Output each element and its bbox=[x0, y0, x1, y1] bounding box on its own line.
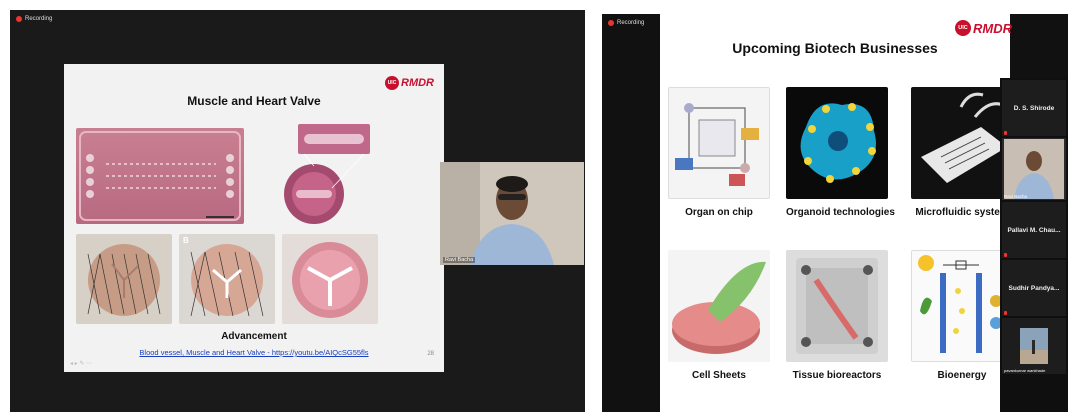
participant-name: pavankumar wankhade bbox=[1004, 368, 1046, 373]
speaker-video: Ravi Bacha bbox=[440, 162, 584, 265]
well-plate-image bbox=[274, 122, 374, 226]
record-dot-icon bbox=[608, 20, 614, 26]
participant-name: Ravi Bacha bbox=[1004, 194, 1028, 199]
uic-logo-icon: UIC bbox=[955, 20, 971, 36]
slide-title: Upcoming Biotech Businesses bbox=[732, 40, 938, 56]
participant-tile-video[interactable]: pavankumar wankhade bbox=[1002, 318, 1066, 374]
slide-page-number: 28 bbox=[427, 351, 434, 357]
video-link[interactable]: Blood vessel, Muscle and Heart Valve - h… bbox=[64, 348, 444, 357]
participant-tile[interactable]: Pallavi M. Chau... bbox=[1002, 202, 1066, 258]
participant-video bbox=[1020, 328, 1048, 364]
recording-label: Recording bbox=[617, 20, 645, 26]
heart-valve-image-b: B bbox=[179, 234, 275, 324]
logo-text: RMDR bbox=[973, 20, 1012, 36]
tile-label: Tissue bioreactors bbox=[792, 370, 882, 381]
tile-tissue-bioreactors: Tissue bioreactors bbox=[786, 250, 888, 381]
tile-cell-sheets: Cell Sheets bbox=[668, 250, 770, 381]
shared-slide: UIC RMDR Upcoming Biotech Businesses Org… bbox=[660, 14, 1013, 412]
recording-label: Recording bbox=[25, 16, 53, 22]
tile-label: Bioenergy bbox=[937, 370, 987, 381]
meeting-window-right: Recording UIC RMDR Upcoming Biotech Busi… bbox=[602, 14, 1068, 412]
tile-bioenergy: Bioenergy bbox=[911, 250, 1013, 381]
recording-indicator: Recording bbox=[16, 16, 52, 22]
heart-valve-image-c bbox=[282, 234, 378, 324]
tile-label: Cell Sheets bbox=[692, 370, 746, 381]
tile-microfluidic: Microfluidic system bbox=[911, 87, 1013, 218]
shared-slide: UIC RMDR Muscle and Heart Valve B Advanc… bbox=[64, 64, 444, 372]
mic-muted-icon bbox=[1004, 131, 1007, 135]
participants-panel: D. S. Shirode Ravi Bacha Pallavi M. Chau… bbox=[1000, 78, 1068, 412]
rmdr-logo: UIC RMDR bbox=[385, 76, 434, 90]
participant-tile[interactable]: Sudhir Pandya... bbox=[1002, 260, 1066, 316]
muscle-tissue-image bbox=[76, 128, 244, 224]
participant-tile[interactable]: D. S. Shirode bbox=[1002, 80, 1066, 136]
tile-label: Microfluidic system bbox=[915, 207, 1009, 218]
slide-controls[interactable]: ◂ ▸ ✎ ⋯ bbox=[70, 360, 92, 367]
tile-organ-on-chip: Organ on chip bbox=[668, 87, 770, 218]
logo-text: RMDR bbox=[401, 77, 434, 89]
heart-valve-image-a bbox=[76, 234, 172, 324]
slide-subtitle: Advancement bbox=[221, 331, 287, 342]
participant-name: Sudhir Pandya... bbox=[1008, 284, 1060, 292]
panel-label: B bbox=[183, 236, 189, 245]
speaker-name: Ravi Bacha bbox=[443, 257, 476, 263]
record-dot-icon bbox=[16, 16, 22, 22]
mic-muted-icon bbox=[1004, 253, 1007, 257]
uic-logo-icon: UIC bbox=[385, 76, 399, 90]
participant-video bbox=[1004, 139, 1064, 199]
participant-tile-video[interactable]: Ravi Bacha bbox=[1002, 138, 1066, 200]
mic-muted-icon bbox=[1004, 311, 1007, 315]
participant-name: D. S. Shirode bbox=[1013, 104, 1055, 112]
recording-indicator: Recording bbox=[608, 20, 644, 26]
tile-label: Organ on chip bbox=[685, 207, 753, 218]
tile-label: Organoid technologies bbox=[786, 207, 895, 218]
meeting-window-left: Recording UIC RMDR Muscle and Heart Valv… bbox=[10, 10, 585, 412]
participant-name: Pallavi M. Chau... bbox=[1007, 226, 1061, 234]
slide-title: Muscle and Heart Valve bbox=[187, 94, 321, 108]
rmdr-logo: UIC RMDR bbox=[955, 20, 1012, 36]
tile-organoid: Organoid technologies bbox=[786, 87, 895, 218]
